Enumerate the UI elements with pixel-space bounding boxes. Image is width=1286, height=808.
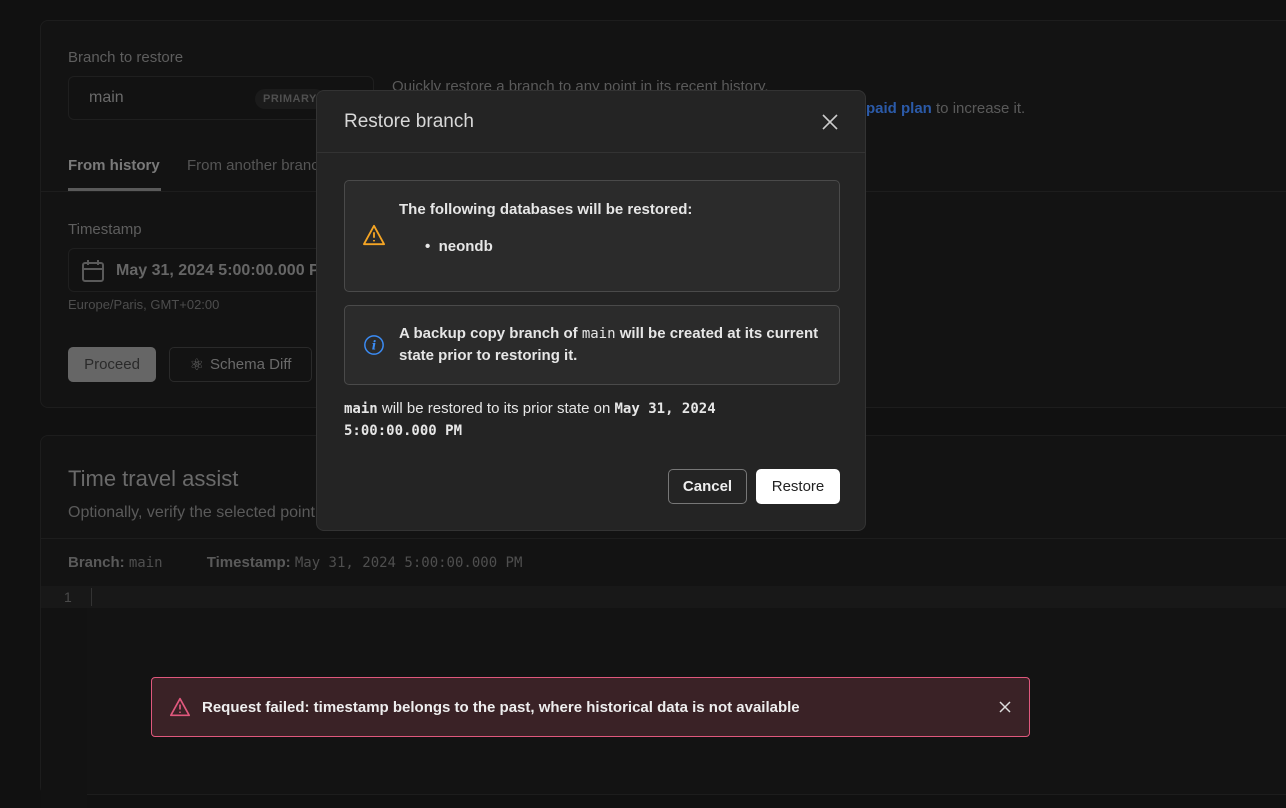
warning-box: The following databases will be restored… xyxy=(344,180,840,292)
error-message: Request failed: timestamp belongs to the… xyxy=(202,698,800,716)
info-box: i A backup copy branch of main will be c… xyxy=(344,305,840,385)
svg-text:i: i xyxy=(372,339,377,353)
plan-note: paid plan to increase it. xyxy=(866,100,1026,117)
cursor xyxy=(91,588,92,606)
timestamp-label: Timestamp xyxy=(68,221,142,238)
error-toast: Request failed: timestamp belongs to the… xyxy=(151,677,1030,737)
branch-label: Branch to restore xyxy=(68,49,184,66)
tab-from-another-branch[interactable]: From another branch xyxy=(187,157,327,174)
tab-from-history[interactable]: From history xyxy=(68,157,160,174)
line-number: 1 xyxy=(64,589,72,605)
close-icon[interactable] xyxy=(822,113,838,130)
schema-diff-button[interactable]: ⚛ Schema Diff xyxy=(169,347,312,382)
info-text: A backup copy branch of main will be cre… xyxy=(399,325,819,364)
dialog-title: Restore branch xyxy=(344,110,474,132)
timestamp-input[interactable]: May 31, 2024 5:00:00.000 PM xyxy=(68,248,358,292)
primary-badge: PRIMARY xyxy=(255,89,325,109)
error-icon xyxy=(170,697,190,717)
database-item: • neondb xyxy=(425,238,493,255)
close-toast-icon[interactable] xyxy=(999,701,1011,713)
timezone-text: Europe/Paris, GMT+02:00 xyxy=(68,297,220,312)
assist-meta: Branch: main Timestamp: May 31, 2024 5:0… xyxy=(68,554,523,571)
calendar-icon xyxy=(82,260,104,282)
divider xyxy=(41,538,1286,539)
cancel-button[interactable]: Cancel xyxy=(668,469,747,504)
timestamp-value: May 31, 2024 5:00:00.000 PM xyxy=(116,262,334,279)
schema-icon: ⚛ xyxy=(189,356,204,374)
info-icon: i xyxy=(364,335,384,355)
proceed-button[interactable]: Proceed xyxy=(68,347,156,382)
editor-line[interactable]: 1 xyxy=(41,586,1286,608)
paid-plan-link[interactable]: paid plan xyxy=(866,100,932,117)
warning-title: The following databases will be restored… xyxy=(399,201,693,218)
restore-branch-dialog: Restore branch The following databases w… xyxy=(316,90,866,531)
restore-button[interactable]: Restore xyxy=(756,469,840,504)
restore-summary: main will be restored to its prior state… xyxy=(344,400,716,439)
branch-name: main xyxy=(89,89,124,106)
assist-title: Time travel assist xyxy=(68,466,239,491)
warning-icon xyxy=(363,224,385,246)
editor-gutter xyxy=(41,608,87,808)
